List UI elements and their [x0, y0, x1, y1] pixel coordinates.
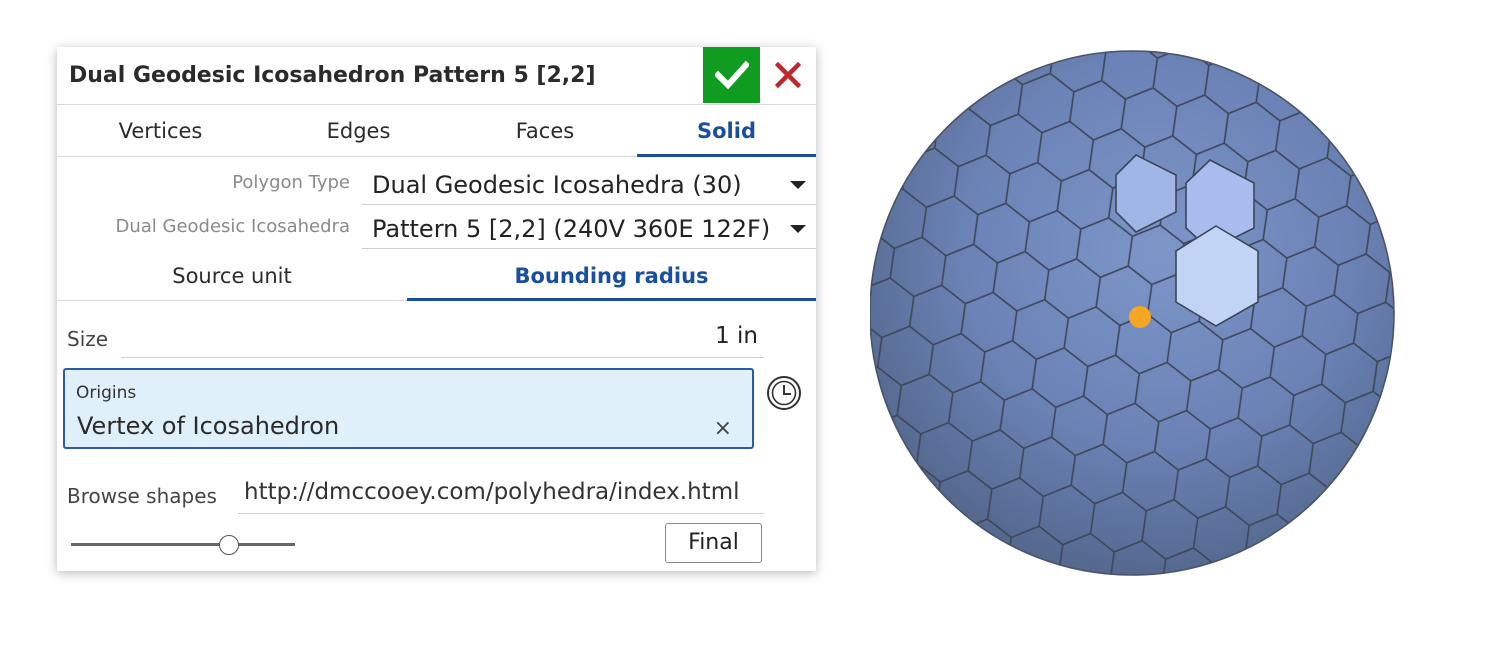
size-mode-tabs: Source unit Bounding radius	[57, 254, 816, 301]
close-icon	[775, 62, 801, 88]
size-value: 1 in	[715, 323, 758, 349]
tab-source-unit[interactable]: Source unit	[57, 254, 407, 300]
origins-value: Vertex of Icosahedron	[77, 412, 340, 440]
origins-field[interactable]: Origins Vertex of Icosahedron ×	[63, 368, 754, 449]
size-input[interactable]: 1 in	[121, 315, 764, 358]
clock-icon[interactable]	[766, 375, 802, 411]
browse-shapes-url: http://dmccooey.com/polyhedra/index.html	[244, 479, 740, 505]
tab-vertices[interactable]: Vertices	[57, 105, 264, 156]
tab-edges[interactable]: Edges	[264, 105, 453, 156]
slider-track[interactable]	[71, 543, 295, 546]
tab-bar: Vertices Edges Faces Solid	[57, 105, 816, 157]
size-label: Size	[67, 327, 109, 351]
pattern-select[interactable]: Pattern 5 [2,2] (240V 360E 122F)	[362, 208, 816, 249]
final-button[interactable]: Final	[665, 523, 762, 563]
dialog-header: Dual Geodesic Icosahedron Pattern 5 [2,2…	[57, 47, 816, 105]
browse-shapes-input[interactable]: http://dmccooey.com/polyhedra/index.html	[238, 471, 764, 514]
pattern-label: Dual Geodesic Icosahedra	[115, 216, 350, 237]
checkmark-icon	[714, 60, 749, 90]
accept-button[interactable]	[703, 47, 760, 103]
polygon-type-value: Dual Geodesic Icosahedra (30)	[372, 171, 742, 199]
feature-dialog: Dual Geodesic Icosahedron Pattern 5 [2,2…	[57, 47, 816, 571]
tab-bounding-radius[interactable]: Bounding radius	[407, 254, 816, 301]
chevron-down-icon	[790, 225, 806, 233]
tab-faces[interactable]: Faces	[453, 105, 637, 156]
model-viewport[interactable]	[870, 48, 1410, 588]
tab-solid[interactable]: Solid	[637, 105, 816, 157]
browse-shapes-label: Browse shapes	[67, 484, 217, 508]
polygon-type-label: Polygon Type	[232, 172, 350, 193]
origin-point[interactable]	[1129, 306, 1151, 328]
cancel-button[interactable]	[760, 47, 816, 103]
clear-icon[interactable]: ×	[714, 416, 732, 441]
chevron-down-icon	[790, 181, 806, 189]
polygon-type-select[interactable]: Dual Geodesic Icosahedra (30)	[362, 164, 816, 205]
dialog-title: Dual Geodesic Icosahedron Pattern 5 [2,2…	[69, 63, 596, 88]
origins-label: Origins	[76, 383, 137, 403]
slider-handle[interactable]	[218, 535, 239, 555]
pattern-value: Pattern 5 [2,2] (240V 360E 122F)	[372, 215, 771, 243]
